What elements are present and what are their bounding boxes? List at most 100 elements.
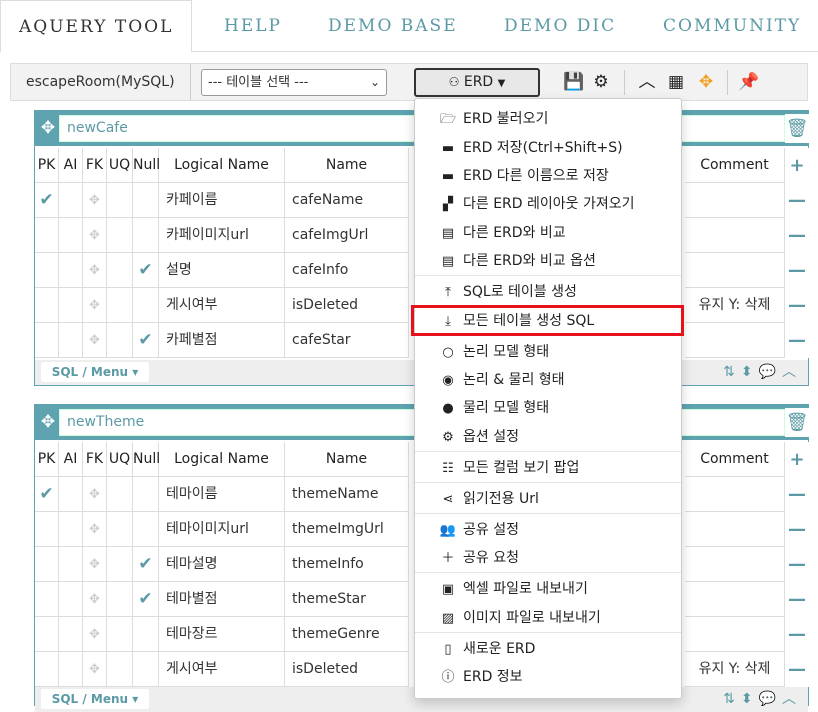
logical-name-cell[interactable]: 테마장르 xyxy=(159,617,285,652)
physical-name-cell[interactable]: isDeleted xyxy=(285,288,409,323)
physical-name-cell[interactable]: themeGenre xyxy=(285,617,409,652)
fk-move-icon[interactable]: ✥ xyxy=(83,323,107,358)
pk-checkbox[interactable]: ✔ xyxy=(35,183,59,218)
pk-checkbox[interactable] xyxy=(35,218,59,253)
null-checkbox[interactable]: ✔ xyxy=(133,582,159,617)
menu-item-excel[interactable]: ▣ 엑셀 파일로 내보내기 xyxy=(415,575,681,603)
chevron-up-icon[interactable]: ︿ xyxy=(636,68,658,96)
uq-checkbox[interactable] xyxy=(107,652,133,687)
logical-name-cell[interactable]: 테마이미지url xyxy=(159,512,285,547)
ai-checkbox[interactable] xyxy=(59,323,83,358)
comment-icon[interactable]: 💬 xyxy=(759,691,782,707)
table-select[interactable]: --- 테이블 선택 --- ⌄ xyxy=(201,69,387,96)
remove-column-icon[interactable]: — xyxy=(785,582,809,617)
ai-checkbox[interactable] xyxy=(59,547,83,582)
add-column-icon[interactable]: + xyxy=(785,148,809,183)
fk-move-icon[interactable]: ✥ xyxy=(83,617,107,652)
menu-item-compare-option[interactable]: ▤ 다른 ERD와 비교 옵션 xyxy=(415,247,681,275)
uq-checkbox[interactable] xyxy=(107,288,133,323)
comment-cell[interactable]: 유지 Y: 삭제 xyxy=(685,288,785,323)
uq-checkbox[interactable] xyxy=(107,477,133,512)
ai-checkbox[interactable] xyxy=(59,652,83,687)
fk-move-icon[interactable]: ✥ xyxy=(83,218,107,253)
physical-name-cell[interactable]: cafeInfo xyxy=(285,253,409,288)
menu-item-users[interactable]: 👥 공유 설정 xyxy=(415,516,681,544)
remove-column-icon[interactable]: — xyxy=(785,617,809,652)
null-checkbox[interactable] xyxy=(133,652,159,687)
remove-column-icon[interactable]: — xyxy=(785,183,809,218)
sql-menu-button[interactable]: SQL / Menu ▾ xyxy=(41,362,149,382)
ai-checkbox[interactable] xyxy=(59,183,83,218)
comment-cell[interactable] xyxy=(685,547,785,582)
remove-column-icon[interactable]: — xyxy=(785,323,809,358)
remove-column-icon[interactable]: — xyxy=(785,477,809,512)
null-checkbox[interactable] xyxy=(133,512,159,547)
trash-icon[interactable]: 🗑 xyxy=(785,408,809,437)
menu-item-gear[interactable]: ⚙ 옵션 설정 xyxy=(415,423,681,451)
logical-name-cell[interactable]: 테마이름 xyxy=(159,477,285,512)
null-checkbox[interactable] xyxy=(133,477,159,512)
menu-item-image[interactable]: ▨ 이미지 파일로 내보내기 xyxy=(415,604,681,632)
sql-menu-button[interactable]: SQL / Menu ▾ xyxy=(41,689,149,709)
tab-demo-dic[interactable]: DEMO DIC xyxy=(504,0,616,52)
erd-menu-button[interactable]: ⚇ ERD ▼ xyxy=(414,68,540,97)
ai-checkbox[interactable] xyxy=(59,218,83,253)
remove-column-icon[interactable]: — xyxy=(785,547,809,582)
updown-icon[interactable]: ⬍ xyxy=(741,364,759,380)
move-icon[interactable]: ✥ xyxy=(695,68,717,96)
tab-aquery-tool[interactable]: AQUERY TOOL xyxy=(0,0,193,53)
remove-column-icon[interactable]: — xyxy=(785,253,809,288)
fk-move-icon[interactable]: ✥ xyxy=(83,582,107,617)
logical-name-cell[interactable]: 카페이미지url xyxy=(159,218,285,253)
save-icon[interactable]: 💾 xyxy=(563,68,584,96)
pk-checkbox[interactable] xyxy=(35,253,59,288)
ai-checkbox[interactable] xyxy=(59,253,83,288)
null-checkbox[interactable]: ✔ xyxy=(133,253,159,288)
physical-name-cell[interactable]: cafeStar xyxy=(285,323,409,358)
comment-cell[interactable] xyxy=(685,253,785,288)
chevron-up-icon[interactable]: ︿ xyxy=(782,364,802,380)
menu-item-save-as[interactable]: ▬ ERD 다른 이름으로 저장 xyxy=(415,162,681,190)
menu-item-share[interactable]: ⋖ 읽기전용 Url xyxy=(415,485,681,513)
pk-checkbox[interactable] xyxy=(35,547,59,582)
ai-checkbox[interactable] xyxy=(59,477,83,512)
uq-checkbox[interactable] xyxy=(107,323,133,358)
remove-column-icon[interactable]: — xyxy=(785,288,809,323)
menu-item-circle-filled[interactable]: ● 물리 모델 형태 xyxy=(415,394,681,422)
menu-item-upload[interactable]: ⤒ SQL로 테이블 생성 xyxy=(415,278,681,306)
fk-move-icon[interactable]: ✥ xyxy=(83,547,107,582)
ai-checkbox[interactable] xyxy=(59,582,83,617)
menu-item-circle-dot[interactable]: ◉ 논리 & 물리 형태 xyxy=(415,366,681,394)
menu-item-new-file[interactable]: ▯ 새로운 ERD xyxy=(415,635,681,663)
uq-checkbox[interactable] xyxy=(107,218,133,253)
fk-move-icon[interactable]: ✥ xyxy=(83,253,107,288)
chevron-up-icon[interactable]: ︿ xyxy=(782,691,802,707)
menu-item-layout[interactable]: ▞ 다른 ERD 레이아웃 가져오기 xyxy=(415,190,681,218)
comment-cell[interactable] xyxy=(685,617,785,652)
fk-move-icon[interactable]: ✥ xyxy=(83,477,107,512)
pk-checkbox[interactable] xyxy=(35,323,59,358)
logical-name-cell[interactable]: 테마별점 xyxy=(159,582,285,617)
menu-item-list[interactable]: ☷ 모든 컬럼 보기 팝업 xyxy=(415,454,681,482)
ai-checkbox[interactable] xyxy=(59,617,83,652)
null-checkbox[interactable] xyxy=(133,617,159,652)
null-checkbox[interactable] xyxy=(133,218,159,253)
physical-name-cell[interactable]: themeName xyxy=(285,477,409,512)
comment-cell[interactable] xyxy=(685,323,785,358)
pk-checkbox[interactable]: ✔ xyxy=(35,477,59,512)
physical-name-cell[interactable]: isDeleted xyxy=(285,652,409,687)
uq-checkbox[interactable] xyxy=(107,617,133,652)
null-checkbox[interactable]: ✔ xyxy=(133,323,159,358)
pk-checkbox[interactable] xyxy=(35,652,59,687)
comment-cell[interactable]: 유지 Y: 삭제 xyxy=(685,652,785,687)
uq-checkbox[interactable] xyxy=(107,512,133,547)
comment-cell[interactable] xyxy=(685,477,785,512)
comment-cell[interactable] xyxy=(685,218,785,253)
sort-icon[interactable]: ⇅ xyxy=(723,691,741,707)
physical-name-cell[interactable]: cafeImgUrl xyxy=(285,218,409,253)
updown-icon[interactable]: ⬍ xyxy=(741,691,759,707)
add-column-icon[interactable]: + xyxy=(785,442,809,477)
fk-move-icon[interactable]: ✥ xyxy=(83,652,107,687)
menu-item-save[interactable]: ▬ ERD 저장(Ctrl+Shift+S) xyxy=(415,134,681,162)
remove-column-icon[interactable]: — xyxy=(785,512,809,547)
